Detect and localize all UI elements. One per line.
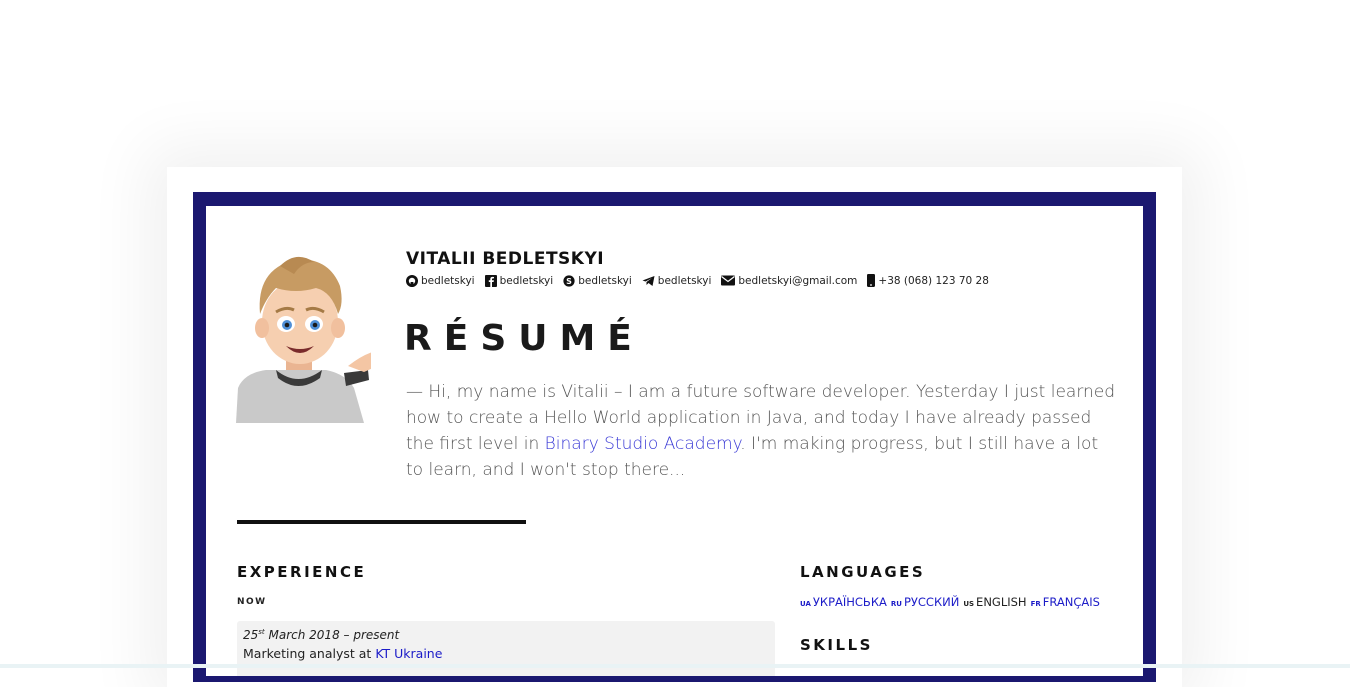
skills-heading: SKILLS [800, 636, 873, 654]
telegram-icon [642, 275, 655, 286]
language-ukrainian-label: УКРАЇНСЬКА [812, 595, 887, 609]
resume-title: RÉSUMÉ [404, 318, 644, 359]
language-russian-link[interactable]: RU РУССКИЙ [891, 595, 959, 609]
phone-number: +38 (068) 123 70 28 [878, 274, 989, 287]
language-ukrainian-link[interactable]: UA УКРАЇНСЬКА [800, 595, 887, 609]
resume-paper: VITALII BEDLETSKYI bedletskyi bedletskyi… [206, 206, 1143, 676]
svg-text:S: S [566, 277, 572, 286]
email-link[interactable]: bedletskyi@gmail.com [721, 275, 857, 287]
job-title: Marketing analyst at [243, 646, 376, 661]
language-russian-label: РУССКИЙ [903, 595, 960, 609]
language-french-link[interactable]: FR FRANÇAIS [1031, 595, 1100, 609]
job-date: 25st March 2018 – present [243, 628, 399, 642]
email-address: bedletskyi@gmail.com [738, 274, 858, 287]
contact-list: bedletskyi bedletskyi S bedletskyi bedle… [406, 274, 999, 287]
flag-ua-icon: UA [800, 600, 811, 608]
flag-ru-icon: RU [890, 600, 902, 608]
skype-handle: bedletskyi [578, 274, 632, 287]
avatar [236, 256, 371, 423]
skype-link[interactable]: S bedletskyi [563, 275, 632, 287]
language-english-label: ENGLISH [976, 595, 1027, 609]
facebook-icon [484, 274, 497, 287]
intro-text: — Hi, my name is Vitalii – I am a future… [406, 379, 1116, 483]
flag-us-icon: US [963, 600, 975, 608]
phone-link[interactable]: +38 (068) 123 70 28 [867, 274, 989, 287]
telegram-handle: bedletskyi [657, 274, 712, 287]
phone-icon [867, 274, 876, 287]
skype-icon: S [563, 274, 575, 287]
experience-heading: EXPERIENCE [237, 563, 367, 581]
github-handle: bedletskyi [421, 274, 475, 287]
experience-subheading: NOW [237, 597, 267, 607]
job-date-rest: March 2018 – present [264, 628, 400, 642]
telegram-link[interactable]: bedletskyi [642, 274, 712, 287]
flag-fr-icon: FR [1030, 600, 1041, 608]
job-date-day: 25 [243, 628, 259, 642]
binary-studio-link[interactable]: Binary Studio Academy [545, 434, 741, 454]
language-english-current: US ENGLISH [963, 595, 1026, 609]
languages-heading: LANGUAGES [800, 563, 926, 581]
job-role: Marketing analyst at KT Ukraine [243, 646, 442, 661]
section-divider [237, 520, 526, 524]
language-french-label: FRANÇAIS [1042, 595, 1100, 609]
facebook-link[interactable]: bedletskyi [484, 274, 554, 287]
github-icon [406, 274, 418, 287]
envelope-icon [721, 275, 736, 286]
github-link[interactable]: bedletskyi [406, 274, 475, 287]
company-link[interactable]: KT Ukraine [375, 646, 442, 661]
language-switcher: UA УКРАЇНСЬКА RU РУССКИЙ US ENGLISH FR FRANÇ… [800, 595, 1104, 609]
facebook-handle: bedletskyi [499, 274, 554, 287]
person-name: VITALII BEDLETSKYI [406, 249, 605, 269]
viewport-bottom-edge [0, 664, 1350, 668]
